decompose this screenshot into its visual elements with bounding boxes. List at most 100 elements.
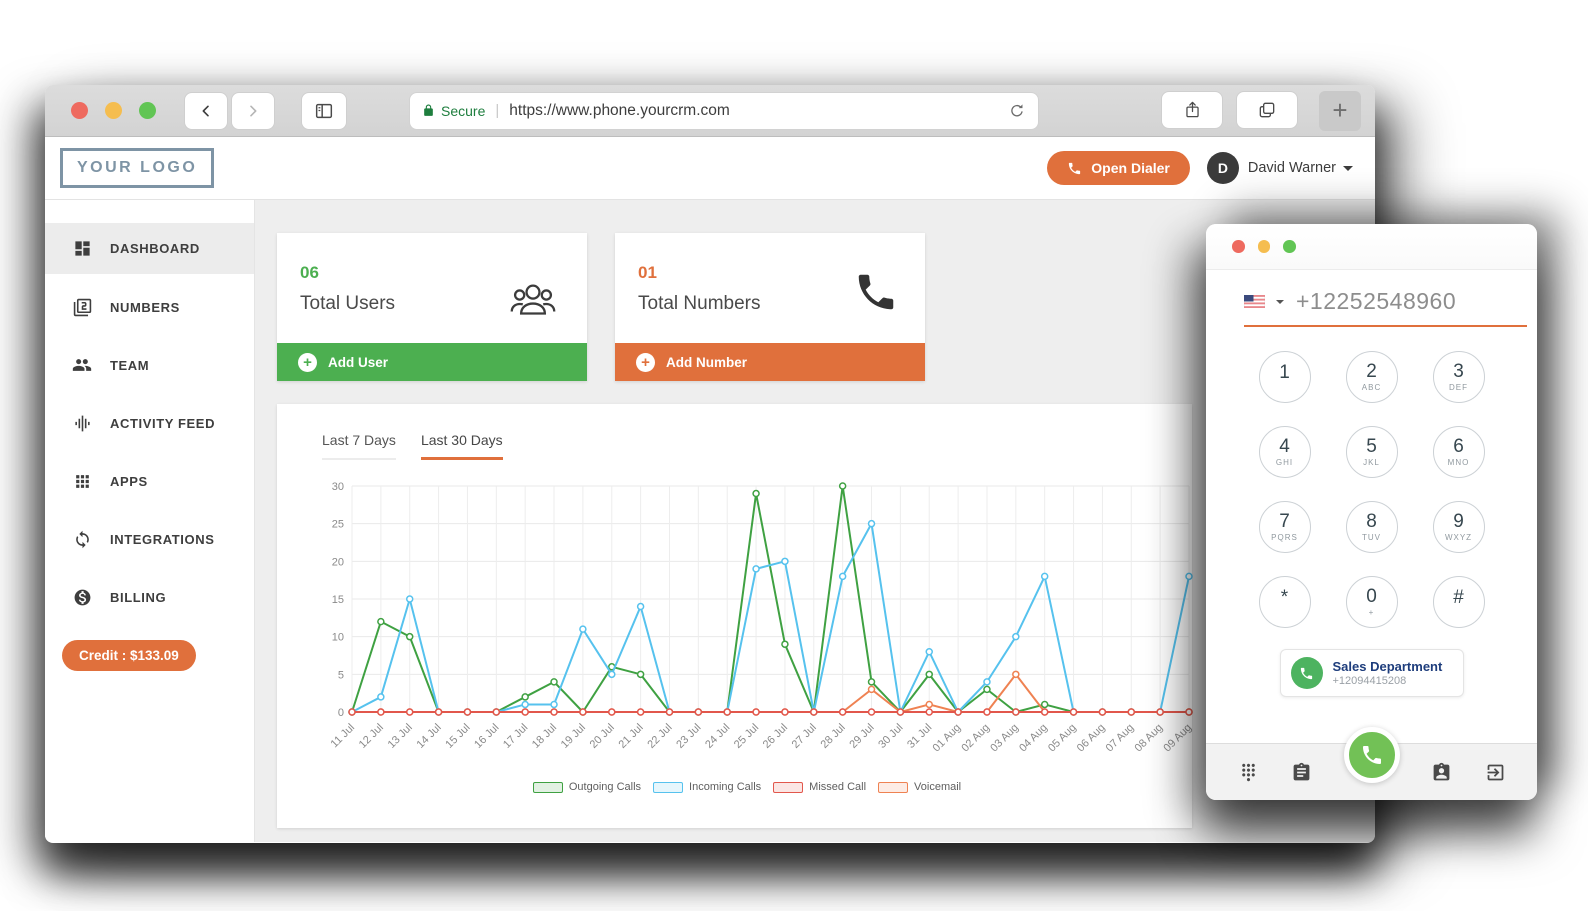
svg-text:17 Jul: 17 Jul	[501, 722, 530, 751]
svg-text:30 Jul: 30 Jul	[876, 722, 905, 751]
url-text: https://www.phone.yourcrm.com	[509, 102, 1008, 120]
user-name[interactable]: David Warner	[1248, 160, 1336, 176]
tab-last-30-days[interactable]: Last 30 Days	[421, 432, 503, 460]
svg-text:05 Aug: 05 Aug	[1046, 722, 1079, 755]
legend-item-missed-call: Missed Call	[773, 781, 866, 793]
keypad-key-2[interactable]: 2ABC	[1346, 351, 1398, 403]
lock-icon	[422, 103, 435, 118]
team-icon	[72, 355, 92, 375]
open-dialer-button[interactable]: Open Dialer	[1047, 151, 1190, 185]
keypad-key-star[interactable]: *	[1259, 576, 1311, 628]
svg-text:24 Jul: 24 Jul	[703, 722, 732, 751]
sidebar-item-apps[interactable]: APPS	[45, 452, 254, 510]
svg-text:07 Aug: 07 Aug	[1104, 722, 1137, 755]
phone-icon	[853, 269, 899, 315]
keypad-key-3[interactable]: 3DEF	[1433, 351, 1485, 403]
svg-text:26 Jul: 26 Jul	[761, 722, 790, 751]
zoom-window-button[interactable]	[139, 102, 156, 119]
add-user-button[interactable]: + Add User	[277, 343, 587, 381]
reload-icon[interactable]	[1008, 102, 1026, 120]
svg-text:10: 10	[332, 632, 344, 644]
share-button[interactable]	[1161, 91, 1223, 129]
keypad-key-1[interactable]: 1	[1259, 351, 1311, 403]
calls-chart: 05101520253011 Jul12 Jul13 Jul14 Jul15 J…	[314, 474, 1192, 779]
new-tab-button[interactable]: +	[1319, 91, 1361, 131]
country-selector[interactable]	[1244, 295, 1284, 308]
numbers-icon	[72, 297, 92, 317]
total-numbers-label: Total Numbers	[638, 293, 761, 315]
tab-last-7-days[interactable]: Last 7 Days	[322, 432, 396, 460]
sidebar-item-dashboard[interactable]: DASHBOARD	[45, 223, 254, 274]
zoom-window-button[interactable]	[1283, 240, 1296, 253]
chevron-right-icon	[245, 103, 261, 119]
svg-text:23 Jul: 23 Jul	[674, 722, 703, 751]
sidebar-item-billing[interactable]: BILLING	[45, 568, 254, 626]
minimize-window-button[interactable]	[105, 102, 122, 119]
avatar[interactable]: D	[1207, 152, 1239, 184]
sidebar-item-integrations[interactable]: INTEGRATIONS	[45, 510, 254, 568]
sidebar-item-label: APPS	[110, 474, 148, 489]
open-dialer-label: Open Dialer	[1091, 160, 1170, 176]
minimize-window-button[interactable]	[1258, 240, 1271, 253]
call-button[interactable]	[1344, 727, 1400, 783]
contacts-icon[interactable]	[1429, 760, 1453, 784]
address-bar[interactable]: Secure | https://www.phone.yourcrm.com	[409, 92, 1039, 130]
sidebar-item-team[interactable]: TEAM	[45, 336, 254, 394]
keypad-key-6[interactable]: 6MNO	[1433, 426, 1485, 478]
svg-text:0: 0	[338, 707, 344, 719]
keypad-key-7[interactable]: 7PQRS	[1259, 501, 1311, 553]
logo: YOUR LOGO	[60, 148, 214, 188]
tabs-icon	[1257, 100, 1277, 120]
legend-item-voicemail: Voicemail	[878, 781, 961, 793]
notes-icon[interactable]	[1290, 760, 1314, 784]
svg-text:11 Jul: 11 Jul	[328, 722, 357, 751]
close-window-button[interactable]	[71, 102, 88, 119]
sidebar-toggle-button[interactable]	[301, 92, 347, 130]
input-underline	[1244, 325, 1527, 327]
svg-text:12 Jul: 12 Jul	[357, 722, 386, 751]
keypad-key-5[interactable]: 5JKL	[1346, 426, 1398, 478]
plus-icon: +	[636, 353, 655, 372]
phone-icon	[1360, 743, 1384, 767]
sidebar-item-label: BILLING	[110, 590, 166, 605]
total-numbers-value: 01	[638, 263, 761, 283]
chevron-down-icon[interactable]	[1343, 166, 1353, 171]
svg-text:03 Aug: 03 Aug	[988, 722, 1021, 755]
dialer-window: +12252548960 1 2ABC 3DEF 4GHI 5JKL 6MNO 7PQRS 8…	[1206, 224, 1537, 800]
dashboard-icon	[72, 239, 92, 259]
browser-window: Secure | https://www.phone.yourcrm.com +…	[45, 85, 1375, 843]
svg-text:09 Aug: 09 Aug	[1161, 722, 1194, 755]
forward-button[interactable]	[231, 92, 275, 130]
add-number-button[interactable]: + Add Number	[615, 343, 925, 381]
legend-swatch	[773, 782, 803, 793]
back-button[interactable]	[184, 92, 228, 130]
dialer-number-input[interactable]: +12252548960	[1296, 288, 1456, 315]
keypad-key-9[interactable]: 9WXYZ	[1433, 501, 1485, 553]
keypad-key-hash[interactable]: #	[1433, 576, 1485, 628]
sidebar-item-numbers[interactable]: NUMBERS	[45, 278, 254, 336]
logout-icon[interactable]	[1483, 760, 1507, 784]
share-icon	[1183, 99, 1202, 120]
sidebar-item-activity-feed[interactable]: ACTIVITY FEED	[45, 394, 254, 452]
sidebar-item-label: TEAM	[110, 358, 149, 373]
show-tabs-button[interactable]	[1236, 91, 1298, 129]
sidebar-item-label: DASHBOARD	[110, 241, 200, 256]
svg-text:28 Jul: 28 Jul	[819, 722, 848, 751]
plus-icon: +	[298, 353, 317, 372]
contact-card[interactable]: Sales Department +12094415208	[1280, 649, 1464, 697]
keypad-key-4[interactable]: 4GHI	[1259, 426, 1311, 478]
svg-text:19 Jul: 19 Jul	[559, 722, 588, 751]
sidebar-item-label: INTEGRATIONS	[110, 532, 214, 547]
us-flag-icon	[1244, 295, 1265, 308]
svg-text:13 Jul: 13 Jul	[386, 722, 415, 751]
svg-text:5: 5	[338, 669, 344, 681]
calls-chart-card: Last 7 DaysLast 30 Days 05101520253011 J…	[277, 404, 1192, 828]
credit-badge: Credit : $133.09	[62, 640, 196, 671]
svg-text:04 Aug: 04 Aug	[1017, 722, 1050, 755]
legend-swatch	[653, 782, 683, 793]
svg-text:14 Jul: 14 Jul	[414, 722, 443, 751]
close-window-button[interactable]	[1232, 240, 1245, 253]
keypad-key-0[interactable]: 0+	[1346, 576, 1398, 628]
dialpad-icon[interactable]	[1236, 760, 1260, 784]
keypad-key-8[interactable]: 8TUV	[1346, 501, 1398, 553]
